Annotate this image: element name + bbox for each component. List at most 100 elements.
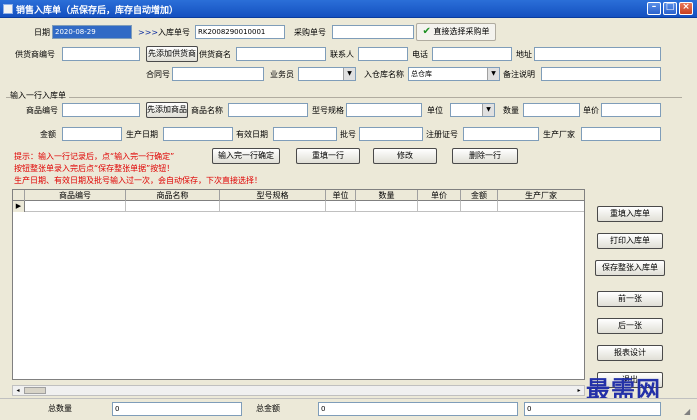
contract-label: 合同号 <box>146 70 170 79</box>
column-header[interactable]: 金额 <box>461 190 498 201</box>
contact-label: 联系人 <box>330 50 354 59</box>
table-cell[interactable] <box>220 201 326 212</box>
title-bar: 销售入库单（点保存后，库存自动增加） – □ × <box>0 0 697 18</box>
supplier-code-field[interactable] <box>62 47 140 61</box>
warehouse-dropdown[interactable]: 总仓库 ▼ <box>408 67 500 81</box>
column-header[interactable]: 商品编号 <box>25 190 126 201</box>
order-number-field[interactable]: RK2008290010001 <box>195 25 285 39</box>
purchase-number-label: 采购单号 <box>294 28 326 37</box>
unit-dropdown[interactable]: ▼ <box>450 103 495 117</box>
expiry-date-field[interactable] <box>273 127 337 141</box>
date-field[interactable]: 2020-08-29 <box>52 25 132 39</box>
supplier-name-label: 供货商名 <box>199 50 231 59</box>
resize-grip-icon[interactable]: ◢ <box>684 407 690 417</box>
totals-bar: 总数量 0 总金额 0 0 ◢ <box>0 398 697 420</box>
column-header[interactable]: 型号规格 <box>220 190 326 201</box>
add-product-button[interactable]: 先添加商品 <box>146 102 188 118</box>
batch-label: 批号 <box>340 130 356 139</box>
contact-field[interactable] <box>358 47 408 61</box>
registration-label: 注册证号 <box>426 130 458 139</box>
checkmark-icon: ✔ <box>422 26 431 37</box>
delete-row-button[interactable]: 删除一行 <box>452 148 518 164</box>
scrollbar-thumb[interactable] <box>24 387 46 394</box>
column-header[interactable]: 商品名称 <box>126 190 220 201</box>
maximize-button[interactable]: □ <box>663 2 677 15</box>
table-cell[interactable] <box>498 201 584 212</box>
table-cell[interactable] <box>126 201 220 212</box>
phone-field[interactable] <box>432 47 512 61</box>
horizontal-scrollbar[interactable]: ◂ ▸ <box>12 385 585 396</box>
next-button[interactable]: 后一张 <box>597 318 663 334</box>
close-icon: × <box>682 2 690 12</box>
column-header[interactable]: 单位 <box>326 190 356 201</box>
table-cell[interactable] <box>418 201 461 212</box>
scroll-left-icon[interactable]: ◂ <box>13 386 23 395</box>
refill-order-button[interactable]: 重填入库单 <box>597 206 663 222</box>
direct-select-purchase-button[interactable]: ✔ 直接选择采购单 <box>416 23 496 41</box>
save-order-button[interactable]: 保存整张入库单 <box>595 260 665 276</box>
salesman-dropdown[interactable]: ▼ <box>298 67 356 81</box>
previous-button[interactable]: 前一张 <box>597 291 663 307</box>
manufacturer-field[interactable] <box>581 127 661 141</box>
purchase-number-field[interactable] <box>332 25 414 39</box>
price-field[interactable] <box>601 103 661 117</box>
mfg-date-label: 生产日期 <box>126 130 158 139</box>
close-button[interactable]: × <box>679 2 693 15</box>
supplier-name-field[interactable] <box>236 47 326 61</box>
app-icon <box>3 4 13 14</box>
add-supplier-button[interactable]: 先添加供货商 <box>146 46 198 62</box>
grid-corner <box>13 190 25 201</box>
table-row[interactable]: ▶ <box>13 201 584 212</box>
report-design-button[interactable]: 报表设计 <box>597 345 663 361</box>
confirm-row-button[interactable]: 输入完一行确定 <box>212 148 280 164</box>
table-cell[interactable] <box>25 201 126 212</box>
registration-field[interactable] <box>463 127 539 141</box>
chevron-down-icon: ▼ <box>482 104 494 116</box>
table-cell[interactable] <box>326 201 356 212</box>
amount-field[interactable] <box>62 127 122 141</box>
column-header[interactable]: 生产厂家 <box>498 190 584 201</box>
supplier-code-label: 供货商编号 <box>15 50 55 59</box>
order-grid[interactable]: 商品编号 商品名称 型号规格 单位 数量 单价 金额 生产厂家 ▶ <box>12 189 585 380</box>
quantity-label: 数量 <box>503 106 519 115</box>
scroll-right-icon[interactable]: ▸ <box>574 386 584 395</box>
order-number-label: 入库单号 <box>158 28 190 37</box>
column-header[interactable]: 数量 <box>356 190 418 201</box>
phone-label: 电话 <box>412 50 428 59</box>
quantity-field[interactable] <box>523 103 580 117</box>
warehouse-label: 入仓库名称 <box>364 70 404 79</box>
entry-group-border <box>6 97 682 98</box>
minimize-icon: – <box>651 2 657 12</box>
salesman-label: 业务员 <box>270 70 294 79</box>
model-field[interactable] <box>346 103 422 117</box>
remark-field[interactable] <box>541 67 661 81</box>
refill-row-button[interactable]: 重填一行 <box>296 148 360 164</box>
batch-field[interactable] <box>359 127 423 141</box>
window-title: 销售入库单（点保存后，库存自动增加） <box>16 6 179 16</box>
hint-line-1: 提示：输入一行记录后，点“输入完一行确定” <box>14 152 175 161</box>
contract-field[interactable] <box>172 67 264 81</box>
product-name-label: 商品名称 <box>191 106 223 115</box>
maximize-icon: □ <box>665 2 675 12</box>
address-label: 地址 <box>516 50 532 59</box>
total-quantity-field: 0 <box>112 402 242 416</box>
next-number-button[interactable]: >>> <box>138 28 158 38</box>
chevron-down-icon: ▼ <box>343 68 355 80</box>
modify-button[interactable]: 修改 <box>373 148 437 164</box>
mfg-date-field[interactable] <box>163 127 233 141</box>
product-name-field[interactable] <box>228 103 308 117</box>
direct-select-label: 直接选择采购单 <box>433 27 490 36</box>
chevron-down-icon: ▼ <box>487 68 499 80</box>
print-order-button[interactable]: 打印入库单 <box>597 233 663 249</box>
product-code-field[interactable] <box>62 103 140 117</box>
hint-line-2: 按钮整张单录入完后点“保存整张单据”按钮！ <box>14 164 175 173</box>
manufacturer-label: 生产厂家 <box>543 130 575 139</box>
column-header[interactable]: 单价 <box>418 190 461 201</box>
minimize-button[interactable]: – <box>647 2 661 15</box>
total-amount-field: 0 <box>318 402 518 416</box>
address-field[interactable] <box>534 47 661 61</box>
row-pointer-icon: ▶ <box>13 201 25 212</box>
table-cell[interactable] <box>356 201 418 212</box>
table-cell[interactable] <box>461 201 498 212</box>
date-label: 日期 <box>34 28 50 37</box>
